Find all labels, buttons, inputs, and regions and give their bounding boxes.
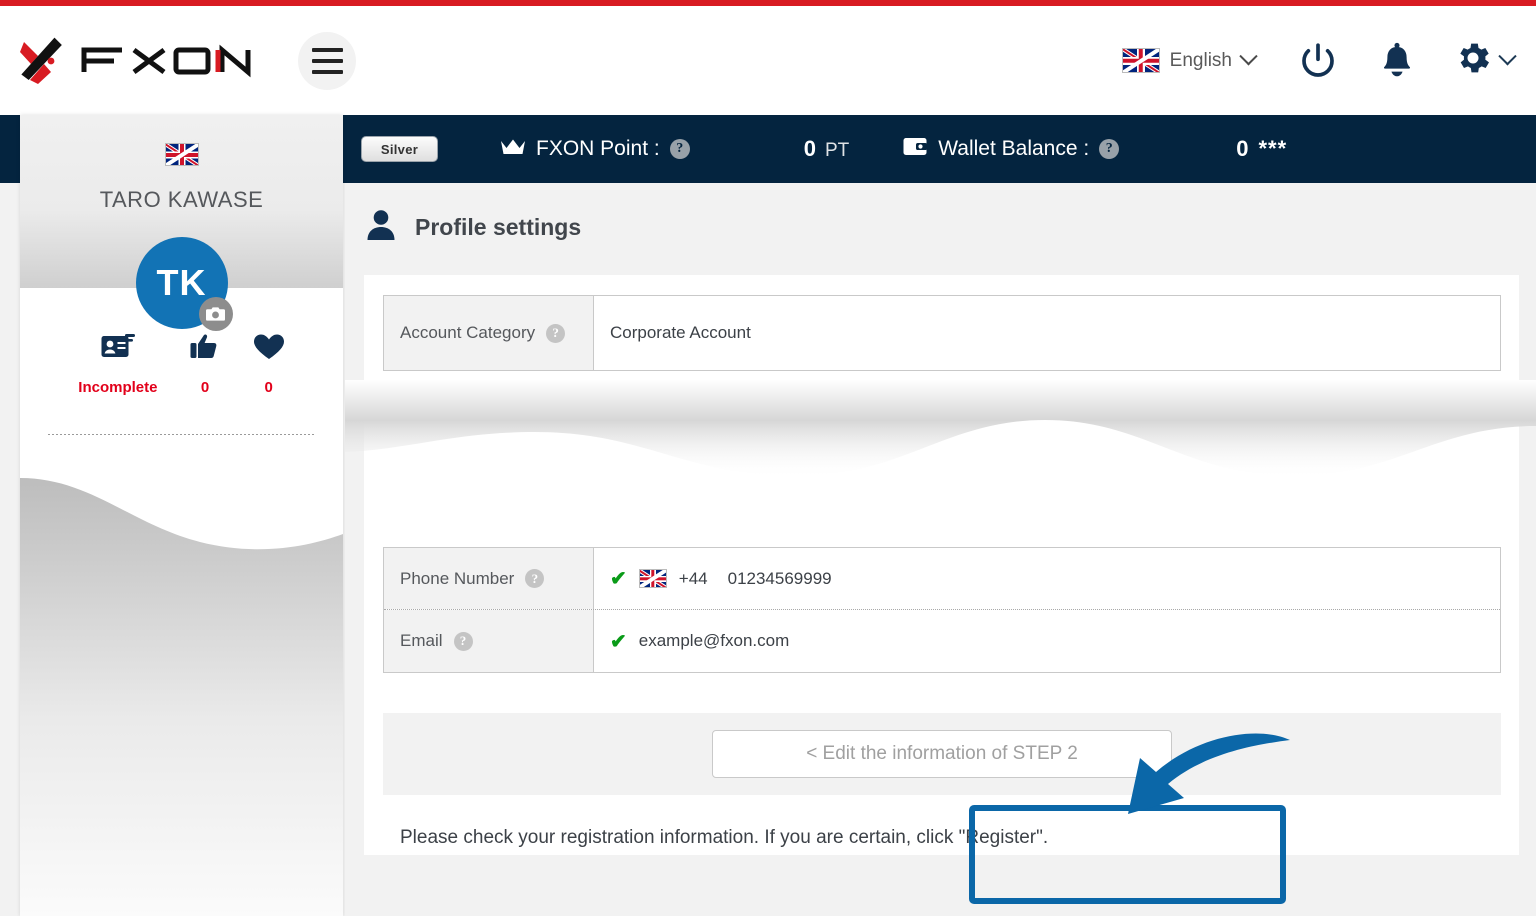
header-actions: English — [1121, 38, 1517, 83]
stat-label: Incomplete — [78, 379, 158, 396]
edit-step-panel: < Edit the information of STEP 2 — [383, 713, 1501, 795]
user-name: TARO KAWASE — [99, 187, 264, 212]
row-value-email: ✔ example@fxon.com — [594, 610, 1500, 672]
fxon-logo-icon — [18, 36, 76, 86]
fxon-point-value-group: 0 PT — [804, 136, 850, 162]
row-value-account-category: Corporate Account — [594, 296, 1500, 370]
fxon-point-unit: PT — [824, 140, 850, 161]
language-selector[interactable]: English — [1121, 47, 1258, 73]
fxon-point-value: 0 — [803, 136, 816, 161]
table-row: Account Category ? Corporate Account — [384, 296, 1500, 370]
user-sidebar: TARO KAWASE TK Incomplete 0 0 — [20, 115, 343, 916]
stat-label: 0 — [200, 379, 210, 396]
account-category-table: Account Category ? Corporate Account — [383, 295, 1501, 371]
heart-icon — [253, 333, 285, 366]
chevron-down-icon — [1239, 47, 1258, 66]
uk-flag-icon — [638, 569, 667, 588]
row-label-phone-number: Phone Number ? — [384, 548, 594, 609]
menu-bar-3 — [311, 69, 343, 74]
row-value-text: Corporate Account — [610, 323, 751, 342]
row-label-text: Email — [400, 631, 443, 650]
registration-notice: Please check your registration informati… — [400, 827, 1049, 848]
help-icon[interactable]: ? — [1099, 139, 1120, 159]
row-label-account-category: Account Category ? — [384, 296, 594, 370]
email-value: example@fxon.com — [638, 631, 790, 650]
app-root: English Silver FXON Point: ? 0 PT Walle… — [0, 0, 1536, 916]
help-icon[interactable]: ? — [546, 323, 566, 343]
table-row: Email ? ✔ example@fxon.com — [384, 610, 1500, 672]
wallet-icon — [903, 137, 928, 161]
row-label-text: Account Category — [400, 323, 536, 342]
hamburger-menu-icon[interactable] — [298, 31, 356, 90]
stat-likes[interactable]: 0 — [190, 333, 220, 396]
stat-favorites[interactable]: 0 — [253, 333, 285, 396]
edit-step2-button[interactable]: < Edit the information of STEP 2 — [712, 730, 1172, 778]
user-stats: Incomplete 0 0 — [20, 333, 343, 396]
stat-label: 0 — [264, 379, 273, 396]
green-check-icon: ✔ — [610, 630, 627, 653]
profile-card: Account Category ? Corporate Account Pho… — [364, 275, 1519, 916]
fxon-point-label: FXON Point : — [536, 137, 660, 160]
row-value-phone-number: ✔ +44 01234569999 — [594, 548, 1500, 609]
page-title: Profile settings — [415, 214, 582, 240]
uk-flag-icon — [164, 143, 199, 166]
help-icon[interactable]: ? — [525, 569, 545, 588]
power-icon[interactable] — [1297, 40, 1339, 82]
help-icon[interactable]: ? — [453, 631, 473, 651]
form-action-bar: < Back Cancel Register — [383, 907, 1501, 916]
chevron-down-icon — [1498, 47, 1517, 66]
wallet-balance-value: 0 — [1236, 136, 1249, 161]
contact-table: Phone Number ? ✔ +44 01234569999 Email ?… — [383, 547, 1501, 673]
crown-icon — [500, 137, 526, 162]
person-icon — [366, 209, 396, 246]
sidebar-divider — [48, 434, 315, 435]
page-header: English — [0, 6, 1536, 115]
id-card-icon — [101, 333, 135, 366]
page-title-row: Profile settings — [345, 183, 1536, 246]
row-label-text: Phone Number — [400, 568, 515, 588]
bell-notification-icon[interactable] — [1379, 41, 1415, 81]
wallet-balance-block: Wallet Balance : ? — [903, 137, 1120, 161]
status-bar-content: Silver FXON Point : ? 0 PT Wallet Balanc… — [345, 115, 1536, 183]
brand-wordmark — [78, 38, 256, 83]
thumbs-up-icon — [190, 333, 220, 366]
main-content: Profile settings Account Category ? Corp… — [345, 183, 1536, 916]
wallet-balance-label: Wallet Balance : — [938, 137, 1090, 160]
stat-verification[interactable]: Incomplete — [78, 333, 157, 396]
brand-logo[interactable] — [18, 36, 256, 86]
avatar[interactable]: TK — [135, 237, 233, 331]
sidebar-fade-wave — [20, 478, 343, 916]
wallet-balance-value-group: 0 *** — [1236, 136, 1287, 162]
menu-bar-1 — [311, 47, 343, 52]
language-label: English — [1169, 49, 1232, 71]
phone-number-value: 01234569999 — [727, 568, 832, 588]
phone-country-code: +44 — [678, 568, 708, 588]
settings-menu[interactable] — [1453, 38, 1517, 83]
help-icon[interactable]: ? — [669, 139, 690, 159]
green-check-icon: ✔ — [610, 568, 627, 590]
menu-bar-2 — [311, 58, 343, 63]
camera-icon[interactable] — [198, 297, 233, 331]
uk-flag-icon — [1121, 48, 1160, 73]
gear-settings-icon — [1453, 38, 1493, 83]
fxon-point-block: FXON Point : ? — [500, 137, 690, 162]
rank-badge[interactable]: Silver — [361, 136, 438, 162]
row-label-email: Email ? — [384, 610, 594, 672]
wallet-currency-masked: *** — [1258, 136, 1288, 161]
table-row: Phone Number ? ✔ +44 01234569999 — [384, 548, 1500, 610]
